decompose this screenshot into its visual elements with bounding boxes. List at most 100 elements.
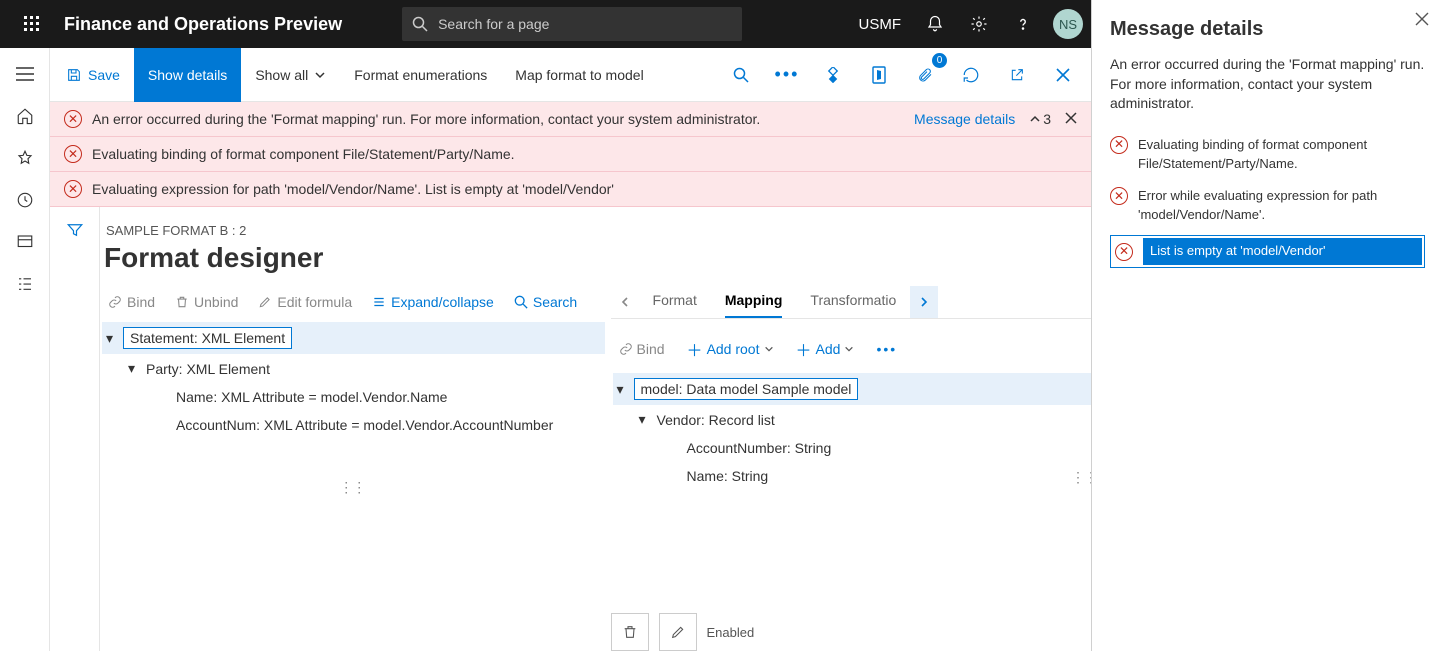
format-enumerations-button[interactable]: Format enumerations	[340, 48, 501, 102]
edit-formula-button[interactable]: Edit formula	[250, 290, 360, 314]
star-icon[interactable]	[13, 146, 37, 170]
format-designer-area: SAMPLE FORMAT B : 2 Format designer Bind…	[50, 207, 1091, 651]
chevron-down-icon	[764, 344, 774, 354]
show-all-button[interactable]: Show all	[241, 48, 340, 102]
error-icon: ✕	[1110, 136, 1128, 154]
tab-next-icon[interactable]	[910, 286, 938, 318]
panel-intro-text: An error occurred during the 'Format map…	[1110, 55, 1425, 114]
attachments-count: 0	[932, 53, 947, 68]
hamburger-icon[interactable]	[13, 62, 37, 86]
show-details-button[interactable]: Show details	[134, 48, 241, 102]
office-icon[interactable]	[861, 57, 897, 93]
message-details-link[interactable]: Message details	[914, 111, 1015, 127]
panel-title: Message details	[1110, 18, 1425, 41]
add-button[interactable]: ＋ Add	[788, 333, 863, 365]
more-icon[interactable]: •••	[868, 337, 905, 361]
tree-node-name[interactable]: Name: String	[613, 462, 1091, 490]
error-text: Evaluating expression for path 'model/Ve…	[92, 181, 614, 197]
chevron-down-icon	[844, 344, 854, 354]
error-banner-1: ✕ An error occurred during the 'Format m…	[50, 102, 1091, 137]
left-nav-rail	[0, 48, 50, 651]
property-label: Enabled	[707, 625, 755, 640]
link-icon	[619, 342, 633, 356]
search-placeholder: Search for a page	[438, 16, 549, 32]
search-button[interactable]: Search	[506, 290, 585, 314]
workspaces-icon[interactable]	[13, 230, 37, 254]
search-icon	[514, 295, 528, 309]
filter-bar	[50, 207, 100, 651]
error-icon: ✕	[1110, 187, 1128, 205]
attachments-button[interactable]: 0	[907, 57, 943, 93]
error-text: Evaluating binding of format component F…	[92, 146, 515, 162]
pane-tabs: Format Mapping Transformatio	[611, 286, 1091, 319]
tab-transformations[interactable]: Transformatio	[796, 286, 910, 318]
global-search-input[interactable]: Search for a page	[402, 7, 742, 41]
format-tree-pane: Bind Unbind Edit formula Expand/col	[100, 286, 605, 651]
error-message-banners: ✕ An error occurred during the 'Format m…	[50, 102, 1091, 207]
properties-toolbar: Enabled	[611, 607, 1091, 651]
user-avatar[interactable]: NS	[1053, 9, 1083, 39]
message-details-panel: Message details An error occurred during…	[1091, 0, 1443, 651]
trash-icon	[622, 624, 638, 640]
modules-icon[interactable]	[13, 272, 37, 296]
product-brand: Finance and Operations Preview	[56, 14, 342, 35]
message-item-3-selected[interactable]: ✕ List is empty at 'model/Vendor'	[1110, 235, 1425, 268]
collapse-messages-icon[interactable]: 3	[1029, 111, 1051, 127]
edit-property-button[interactable]	[659, 613, 697, 651]
home-icon[interactable]	[13, 104, 37, 128]
recent-icon[interactable]	[13, 188, 37, 212]
error-text: An error occurred during the 'Format map…	[92, 111, 760, 127]
tree-node-model[interactable]: ▾ model: Data model Sample model	[613, 373, 1091, 405]
expand-collapse-button[interactable]: Expand/collapse	[364, 290, 502, 314]
refresh-icon[interactable]	[953, 57, 989, 93]
error-icon: ✕	[64, 110, 82, 128]
popout-icon[interactable]	[999, 57, 1035, 93]
save-icon	[66, 67, 82, 83]
filter-icon[interactable]	[66, 221, 84, 651]
app-launcher-icon[interactable]	[8, 16, 56, 32]
breadcrumb: SAMPLE FORMAT B : 2	[104, 223, 1091, 238]
search-action-icon[interactable]	[723, 57, 759, 93]
tree-node-statement[interactable]: ▾ Statement: XML Element	[102, 322, 605, 354]
tree-node-accountnum[interactable]: AccountNum: XML Attribute = model.Vendor…	[102, 411, 605, 439]
mapping-bind-button[interactable]: Bind	[611, 337, 673, 361]
action-bar: Save Show details Show all Format enumer…	[50, 48, 1091, 102]
help-icon[interactable]	[1003, 4, 1043, 44]
message-item-1[interactable]: ✕ Evaluating binding of format component…	[1110, 132, 1425, 184]
error-banner-2: ✕ Evaluating binding of format component…	[50, 137, 1091, 172]
bind-button[interactable]: Bind	[100, 290, 163, 314]
link-icon	[108, 295, 122, 309]
search-icon	[412, 16, 428, 32]
tab-format[interactable]: Format	[639, 286, 711, 318]
error-icon: ✕	[1115, 243, 1133, 261]
trash-icon	[175, 295, 189, 309]
close-panel-icon[interactable]	[1415, 12, 1429, 31]
delete-property-button[interactable]	[611, 613, 649, 651]
list-icon	[372, 295, 386, 309]
message-item-2[interactable]: ✕ Error while evaluating expression for …	[1110, 183, 1425, 235]
close-page-icon[interactable]	[1045, 57, 1081, 93]
error-icon: ✕	[64, 180, 82, 198]
add-root-button[interactable]: ＋ Add root	[679, 333, 782, 365]
legal-entity-label[interactable]: USMF	[849, 16, 912, 33]
gear-icon[interactable]	[959, 4, 999, 44]
error-icon: ✕	[64, 145, 82, 163]
vertical-splitter-icon[interactable]: ⋮⋮	[100, 479, 605, 496]
tree-node-party[interactable]: ▾ Party: XML Element	[102, 354, 605, 383]
dismiss-messages-icon[interactable]	[1065, 111, 1077, 127]
diamond-icon[interactable]	[815, 57, 851, 93]
tree-node-accountnumber[interactable]: AccountNumber: String	[613, 434, 1091, 462]
map-format-to-model-button[interactable]: Map format to model	[501, 48, 657, 102]
tree-node-name[interactable]: Name: XML Attribute = model.Vendor.Name	[102, 383, 605, 411]
pencil-icon	[670, 624, 686, 640]
notifications-icon[interactable]	[915, 4, 955, 44]
unbind-button[interactable]: Unbind	[167, 290, 246, 314]
save-button[interactable]: Save	[66, 48, 134, 102]
error-banner-3: ✕ Evaluating expression for path 'model/…	[50, 172, 1091, 206]
format-tree: ▾ Statement: XML Element ▾ Party: XML El…	[100, 322, 605, 439]
tree-node-vendor[interactable]: ▾ Vendor: Record list	[613, 405, 1091, 434]
page-title: Format designer	[104, 242, 1091, 274]
tab-prev-icon[interactable]	[611, 286, 639, 318]
more-actions-icon[interactable]: •••	[769, 57, 805, 93]
tab-mapping[interactable]: Mapping	[711, 286, 797, 318]
